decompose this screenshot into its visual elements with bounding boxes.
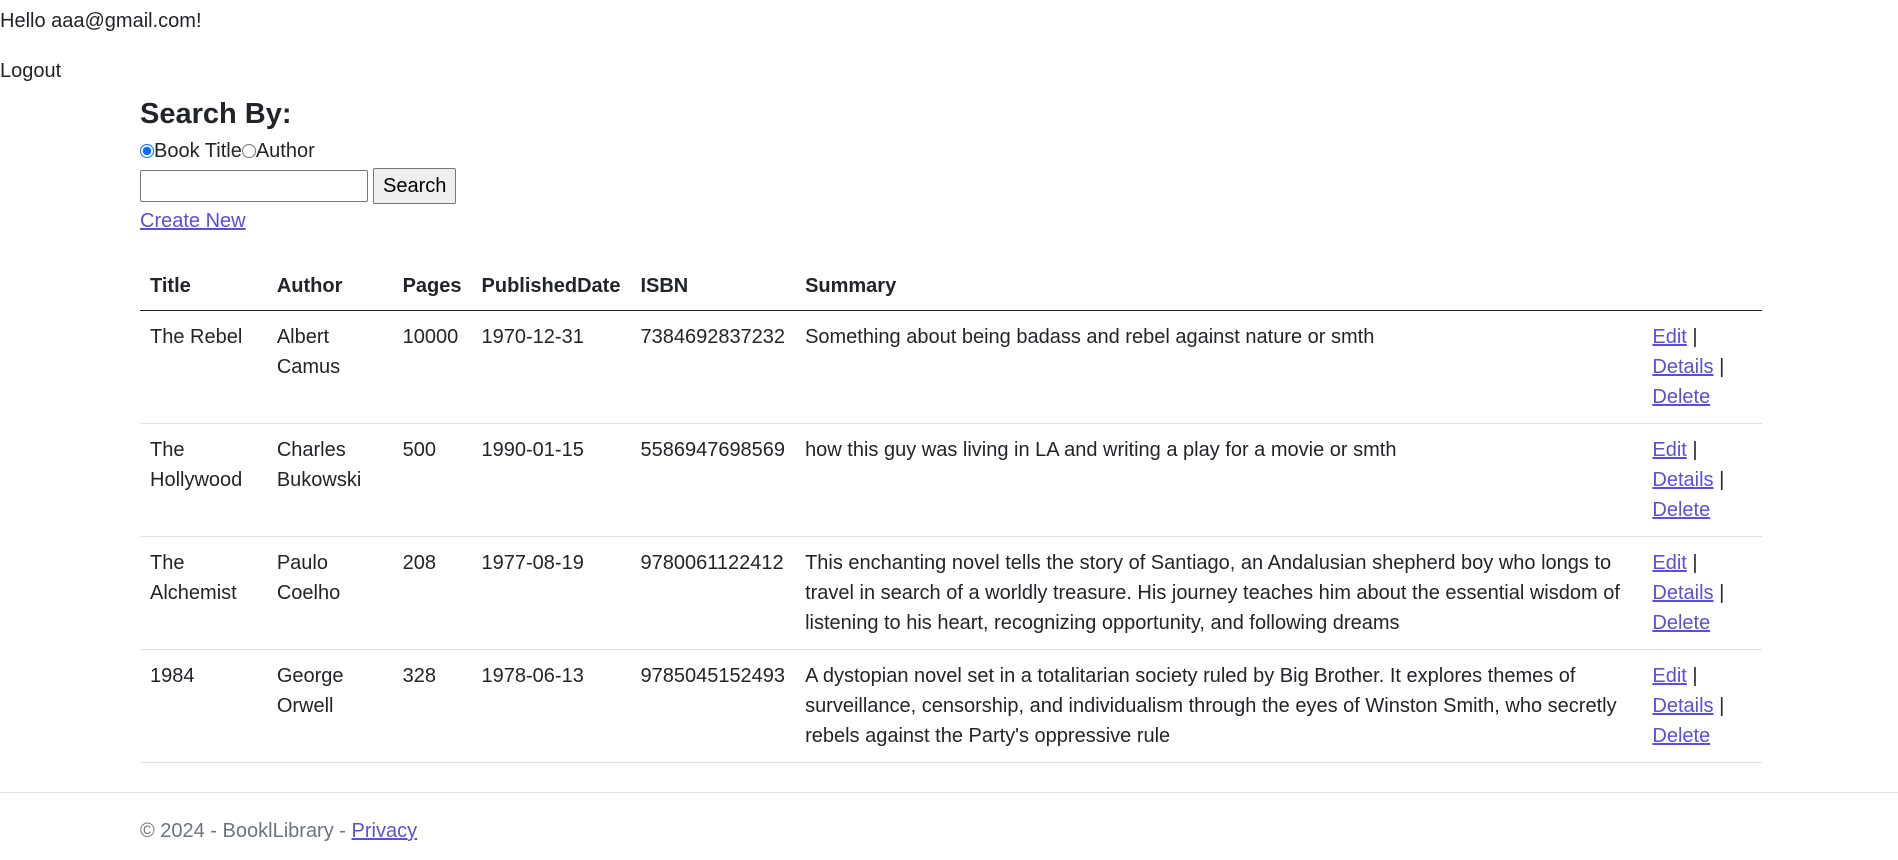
- cell-title: The Rebel: [140, 310, 267, 424]
- action-separator: |: [1713, 582, 1725, 604]
- header-pages: Pages: [392, 262, 472, 311]
- delete-link[interactable]: Delete: [1652, 386, 1710, 408]
- cell-published-date: 1978-06-13: [471, 649, 631, 763]
- cell-title: The Alchemist: [140, 536, 267, 650]
- cell-pages: 328: [392, 649, 472, 763]
- cell-author: George Orwell: [266, 649, 393, 763]
- header-summary: Summary: [795, 262, 1643, 311]
- cell-author: Charles Bukowski: [266, 423, 393, 537]
- cell-title: The Hollywood: [140, 423, 267, 537]
- delete-link[interactable]: Delete: [1652, 725, 1710, 747]
- details-link[interactable]: Details: [1652, 695, 1713, 717]
- footer-divider: [0, 792, 1898, 793]
- action-separator: |: [1713, 469, 1725, 491]
- search-button[interactable]: Search: [373, 168, 457, 204]
- main-container: Search By: Book Title Author Search Crea…: [140, 96, 1762, 763]
- cell-actions: Edit | Details | Delete: [1642, 310, 1762, 424]
- edit-link[interactable]: Edit: [1652, 439, 1686, 461]
- greeting-text: Hello aaa@gmail.com!: [0, 10, 202, 32]
- cell-summary: how this guy was living in LA and writin…: [795, 423, 1643, 537]
- header-actions: [1642, 262, 1762, 311]
- cell-summary: Something about being badass and rebel a…: [795, 310, 1643, 424]
- privacy-link[interactable]: Privacy: [352, 820, 418, 842]
- table-header-row: Title Author Pages PublishedDate ISBN Su…: [140, 262, 1762, 311]
- search-input[interactable]: [140, 170, 368, 202]
- table-row: 1984 George Orwell 328 1978-06-13 978504…: [140, 649, 1762, 763]
- table-row: The Alchemist Paulo Coelho 208 1977-08-1…: [140, 536, 1762, 650]
- radio-book-title[interactable]: [140, 144, 154, 158]
- cell-published-date: 1970-12-31: [471, 310, 631, 424]
- action-separator: |: [1713, 695, 1725, 717]
- delete-link[interactable]: Delete: [1652, 499, 1710, 521]
- header-published-date: PublishedDate: [471, 262, 631, 311]
- cell-isbn: 9780061122412: [630, 536, 796, 650]
- cell-actions: Edit | Details | Delete: [1642, 423, 1762, 537]
- header-author: Author: [266, 262, 393, 311]
- radio-author-label[interactable]: Author: [256, 138, 315, 164]
- details-link[interactable]: Details: [1652, 356, 1713, 378]
- action-separator: |: [1686, 439, 1698, 461]
- cell-summary: This enchanting novel tells the story of…: [795, 536, 1643, 650]
- details-link[interactable]: Details: [1652, 582, 1713, 604]
- table-row: The Rebel Albert Camus 10000 1970-12-31 …: [140, 310, 1762, 424]
- table-row: The Hollywood Charles Bukowski 500 1990-…: [140, 423, 1762, 537]
- cell-isbn: 7384692837232: [630, 310, 796, 424]
- action-separator: |: [1686, 326, 1698, 348]
- details-link[interactable]: Details: [1652, 469, 1713, 491]
- search-heading: Search By:: [140, 98, 292, 130]
- action-separator: |: [1713, 356, 1725, 378]
- cell-isbn: 9785045152493: [630, 649, 796, 763]
- action-separator: |: [1686, 665, 1698, 687]
- cell-published-date: 1990-01-15: [471, 423, 631, 537]
- radio-author[interactable]: [241, 144, 256, 158]
- cell-pages: 500: [392, 423, 472, 537]
- cell-published-date: 1977-08-19: [471, 536, 631, 650]
- delete-link[interactable]: Delete: [1652, 612, 1710, 634]
- header-title: Title: [140, 262, 267, 311]
- cell-title: 1984: [140, 649, 267, 763]
- cell-author: Albert Camus: [266, 310, 393, 424]
- action-separator: |: [1686, 552, 1698, 574]
- books-table: Title Author Pages PublishedDate ISBN Su…: [140, 262, 1762, 763]
- cell-pages: 208: [392, 536, 472, 650]
- cell-isbn: 5586947698569: [630, 423, 796, 537]
- cell-actions: Edit | Details | Delete: [1642, 649, 1762, 763]
- header-isbn: ISBN: [630, 262, 796, 311]
- footer-copyright: © 2024 - BooklLibrary -: [140, 820, 352, 842]
- edit-link[interactable]: Edit: [1652, 665, 1686, 687]
- cell-summary: A dystopian novel set in a totalitarian …: [795, 649, 1643, 763]
- radio-book-title-label[interactable]: Book Title: [154, 138, 242, 164]
- logout-link[interactable]: Logout: [0, 58, 61, 84]
- footer: © 2024 - BooklLibrary - Privacy: [140, 818, 417, 844]
- cell-actions: Edit | Details | Delete: [1642, 536, 1762, 650]
- edit-link[interactable]: Edit: [1652, 552, 1686, 574]
- search-by-options: Book Title Author: [140, 138, 1762, 164]
- cell-pages: 10000: [392, 310, 472, 424]
- create-new-link[interactable]: Create New: [140, 208, 246, 234]
- edit-link[interactable]: Edit: [1652, 326, 1686, 348]
- search-form: Search: [140, 168, 1762, 204]
- cell-author: Paulo Coelho: [266, 536, 393, 650]
